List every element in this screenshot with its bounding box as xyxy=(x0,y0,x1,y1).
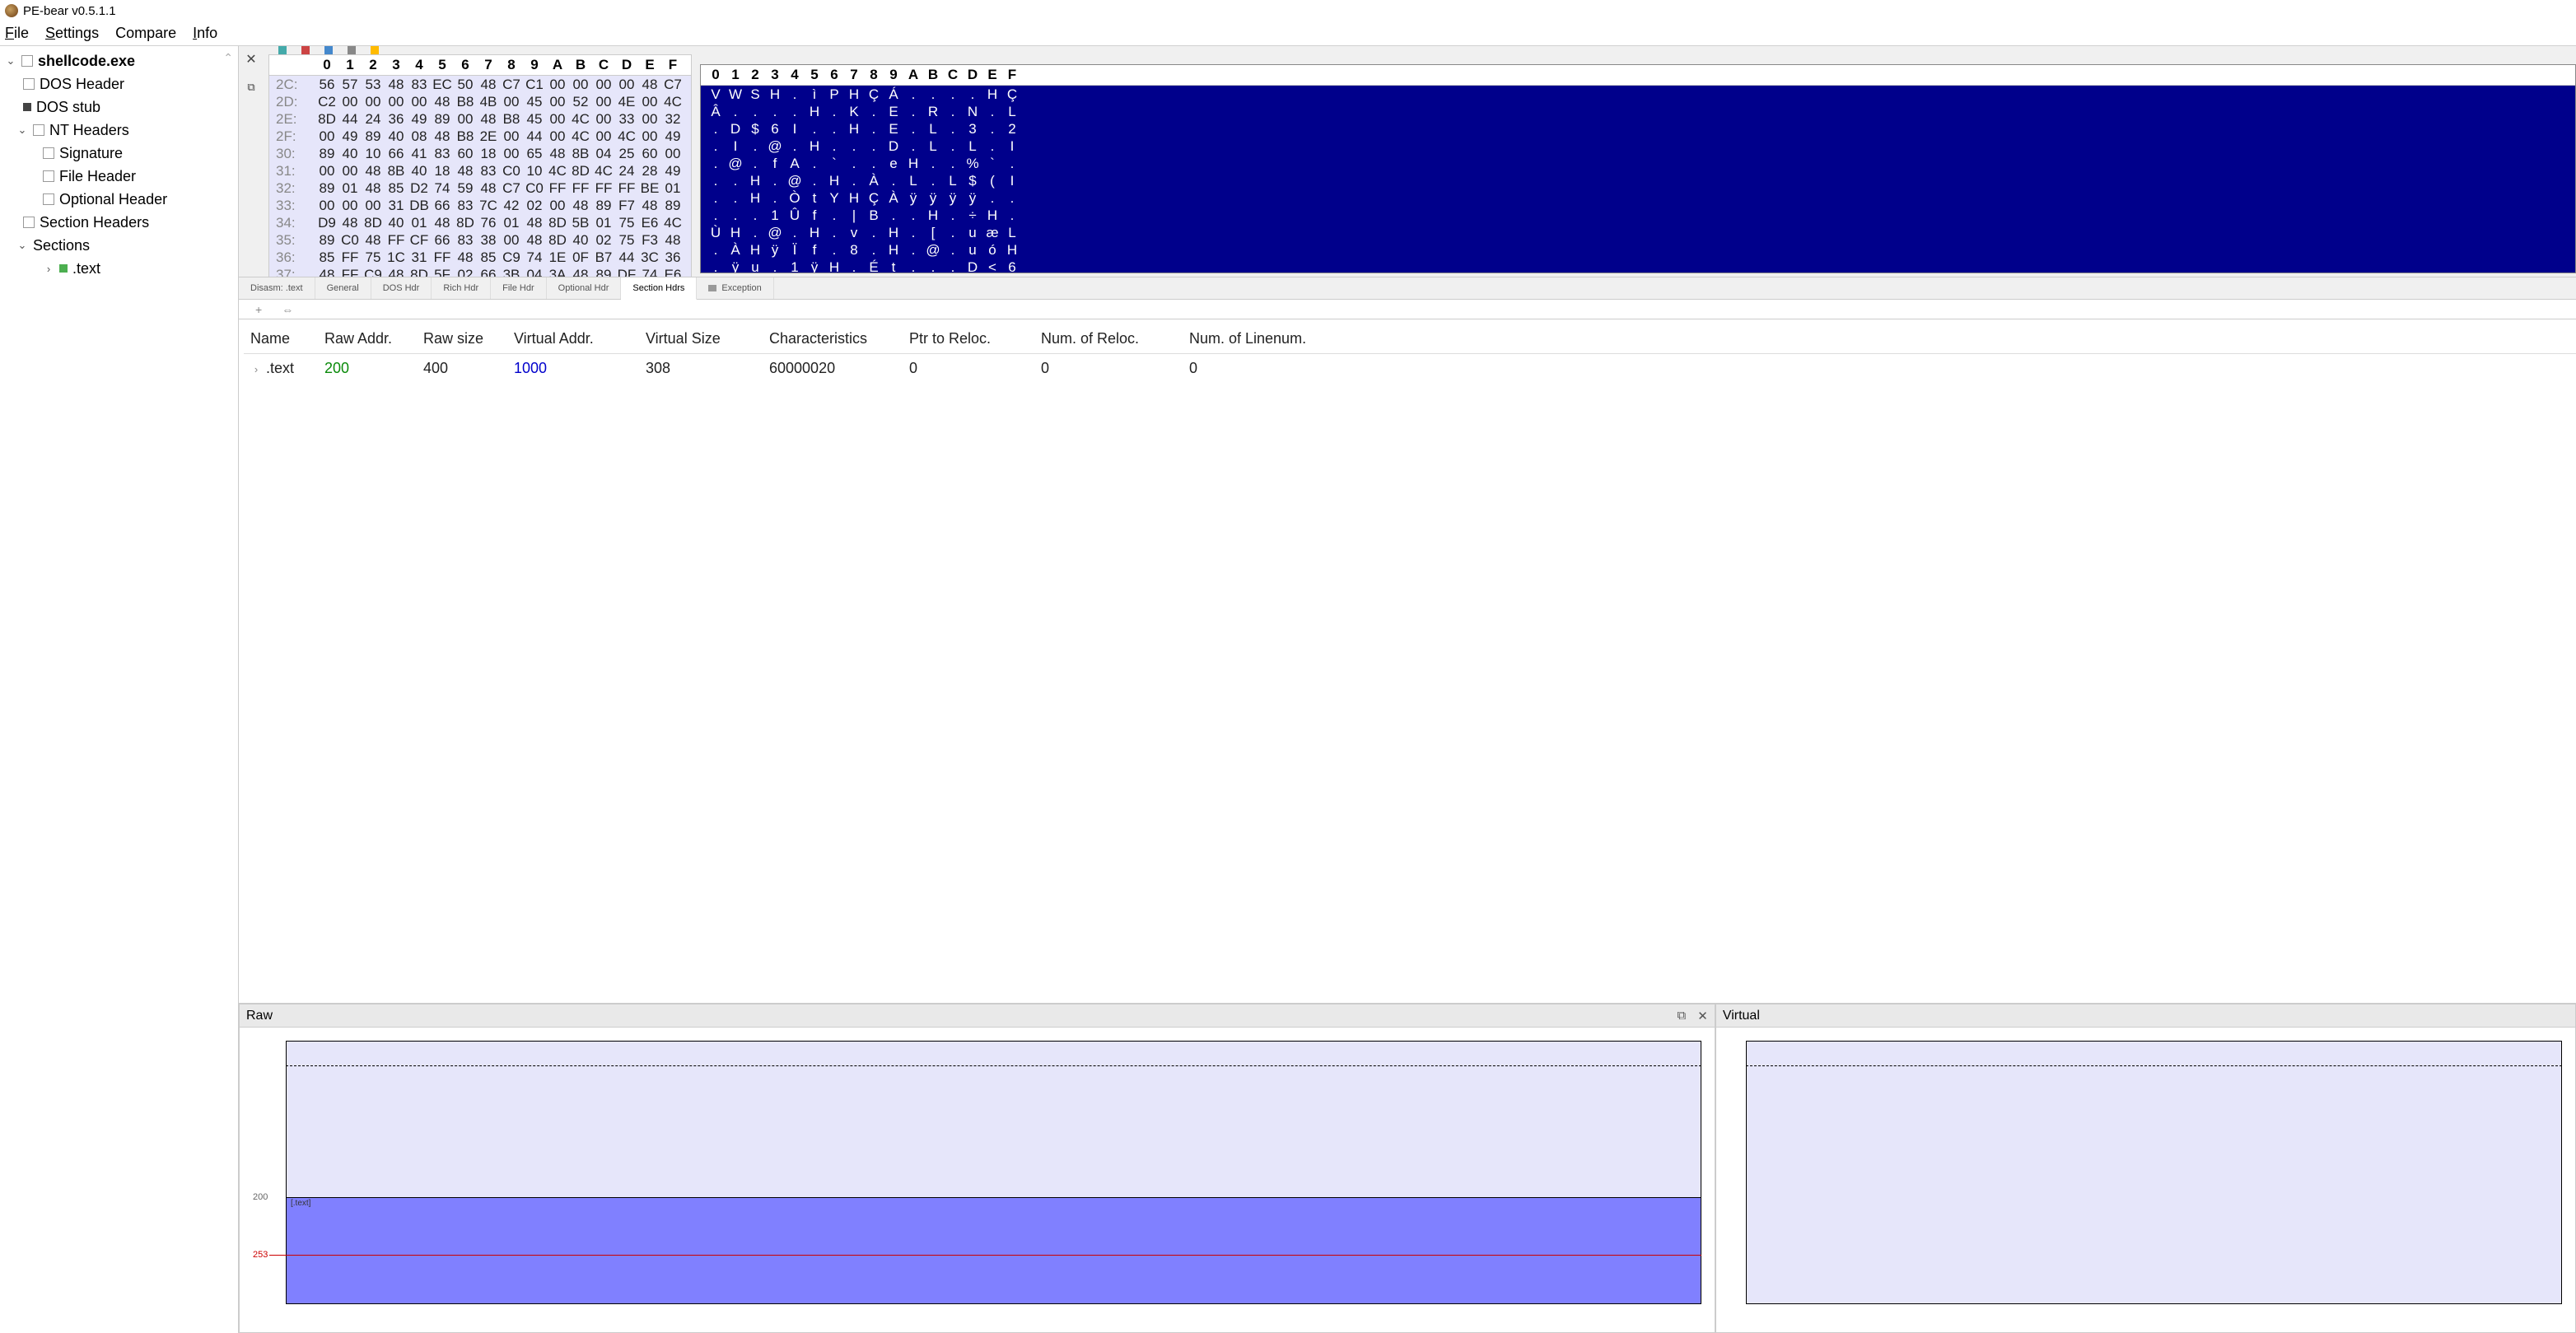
tree-root-label: shellcode.exe xyxy=(38,53,135,70)
tree-item-label: Optional Header xyxy=(59,191,167,208)
file-tree[interactable]: ⌃ ⌄ shellcode.exe DOS Header DOS stub ⌄ … xyxy=(0,46,239,1333)
stub-icon xyxy=(23,103,31,111)
header-icon xyxy=(23,78,35,90)
hex-pane: 0123456789ABCDEF2C:5657534883EC5048C7C10… xyxy=(268,46,692,273)
cell-raw-addr: 200 xyxy=(324,360,423,377)
header-icon xyxy=(43,170,54,182)
menu-info[interactable]: Info xyxy=(193,25,217,42)
header-icon xyxy=(43,147,54,159)
tree-dos-stub[interactable]: DOS stub xyxy=(0,96,238,119)
col-num-reloc[interactable]: Num. of Reloc. xyxy=(1041,330,1189,347)
tree-nt-headers[interactable]: ⌄ NT Headers xyxy=(0,119,238,142)
panel-title: Raw xyxy=(246,1009,273,1023)
scroll-up-icon[interactable]: ⌃ xyxy=(223,51,233,65)
close-tab-icon[interactable]: ✕ xyxy=(245,51,256,68)
tick-label: 253 xyxy=(253,1250,268,1260)
tree-signature[interactable]: Signature xyxy=(0,142,238,165)
file-icon xyxy=(21,55,33,67)
ascii-pane: 0123456789ABCDEFVWSH.ìPHÇÁ....HÇÂ....H.K… xyxy=(700,46,2576,273)
tree-item-label: DOS Header xyxy=(40,76,124,93)
raw-map-title: Raw ⧉ ✕ xyxy=(240,1004,1715,1028)
tree-dos-header[interactable]: DOS Header xyxy=(0,72,238,96)
header-icon xyxy=(43,193,54,205)
hex-side-toolbar: ✕ ⧉ xyxy=(239,46,264,273)
tree-file-header[interactable]: File Header xyxy=(0,165,238,188)
col-raw-size[interactable]: Raw size xyxy=(423,330,514,347)
panel-title: Virtual xyxy=(1723,1009,1760,1023)
folder-icon xyxy=(708,285,716,291)
ascii-table[interactable]: 0123456789ABCDEFVWSH.ìPHÇÁ....HÇÂ....H.K… xyxy=(700,64,2576,273)
section-icon xyxy=(59,264,68,273)
tree-item-label: .text xyxy=(72,260,100,277)
cell-ptr-reloc: 0 xyxy=(909,360,1041,377)
tree-item-label: DOS stub xyxy=(36,99,100,116)
hex-table[interactable]: 0123456789ABCDEF2C:5657534883EC5048C7C10… xyxy=(268,54,692,284)
window-titlebar: PE-bear v0.5.1.1 xyxy=(0,0,2576,21)
menu-bar: File Settings Compare Info xyxy=(0,21,2576,46)
cell-num-reloc: 0 xyxy=(1041,360,1189,377)
fit-columns-icon[interactable]: ⇔ xyxy=(282,303,293,316)
cell-name: › .text xyxy=(250,360,324,377)
tab-general[interactable]: General xyxy=(315,277,371,299)
section-label: [.text] xyxy=(291,1199,310,1208)
tree-optional-header[interactable]: Optional Header xyxy=(0,188,238,211)
cell-num-linenum: 0 xyxy=(1189,360,1354,377)
tick-label: 200 xyxy=(253,1192,268,1202)
app-icon xyxy=(5,4,18,17)
menu-file[interactable]: File xyxy=(5,25,29,42)
tab-exception[interactable]: Exception xyxy=(697,277,773,299)
col-ptr-reloc[interactable]: Ptr to Reloc. xyxy=(909,330,1041,347)
window-title: PE-bear v0.5.1.1 xyxy=(23,4,116,18)
tree-item-label: Section Headers xyxy=(40,214,149,231)
tab-section-hdrs[interactable]: Section Hdrs xyxy=(621,277,697,300)
tree-item-label: Sections xyxy=(33,237,90,254)
close-icon[interactable]: ✕ xyxy=(1697,1009,1708,1023)
folder-icon xyxy=(33,124,44,136)
table-toolbar: + ⇔ xyxy=(239,300,2576,319)
virtual-map-title: Virtual xyxy=(1716,1004,2575,1028)
col-num-linenum[interactable]: Num. of Linenum. xyxy=(1189,330,1354,347)
cell-virt-addr: 1000 xyxy=(514,360,646,377)
tree-item-label: File Header xyxy=(59,168,136,185)
tree-root[interactable]: ⌄ shellcode.exe xyxy=(0,49,238,72)
cell-characteristics: 60000020 xyxy=(769,360,909,377)
col-virt-size[interactable]: Virtual Size xyxy=(646,330,769,347)
header-icon xyxy=(23,217,35,228)
popout-icon[interactable]: ⧉ xyxy=(247,81,254,94)
cell-virt-size: 308 xyxy=(646,360,769,377)
col-virt-addr[interactable]: Virtual Addr. xyxy=(514,330,646,347)
tab-dos-hdr[interactable]: DOS Hdr xyxy=(371,277,432,299)
table-header-row: Name Raw Addr. Raw size Virtual Addr. Vi… xyxy=(244,324,2576,354)
tree-item-label: NT Headers xyxy=(49,122,129,139)
menu-settings[interactable]: Settings xyxy=(45,25,99,42)
menu-compare[interactable]: Compare xyxy=(115,25,176,42)
tab-file-hdr[interactable]: File Hdr xyxy=(491,277,547,299)
tab-label: Exception xyxy=(721,283,761,293)
tab-disasm[interactable]: Disasm: .text xyxy=(239,277,315,299)
section-table[interactable]: Name Raw Addr. Raw size Virtual Addr. Vi… xyxy=(239,319,2576,1004)
virtual-map[interactable] xyxy=(1716,1028,2575,1332)
cell-raw-size: 400 xyxy=(423,360,514,377)
table-row[interactable]: › .text 200 400 1000 308 60000020 0 0 0 xyxy=(244,354,2576,382)
tree-section-headers[interactable]: Section Headers xyxy=(0,211,238,234)
detail-tabs: Disasm: .text General DOS Hdr Rich Hdr F… xyxy=(239,277,2576,300)
col-characteristics[interactable]: Characteristics xyxy=(769,330,909,347)
col-name[interactable]: Name xyxy=(250,330,324,347)
tab-rich-hdr[interactable]: Rich Hdr xyxy=(432,277,491,299)
memory-maps: Raw ⧉ ✕ [.text] xyxy=(239,1004,2576,1333)
tree-item-label: Signature xyxy=(59,145,123,162)
add-section-icon[interactable]: + xyxy=(255,303,262,316)
tree-text-section[interactable]: › .text xyxy=(0,257,238,280)
tree-sections[interactable]: ⌄ Sections xyxy=(0,234,238,257)
col-raw-addr[interactable]: Raw Addr. xyxy=(324,330,423,347)
popout-icon[interactable]: ⧉ xyxy=(1678,1009,1687,1023)
raw-map[interactable]: [.text] 200 253 xyxy=(240,1028,1715,1332)
tab-optional-hdr[interactable]: Optional Hdr xyxy=(547,277,622,299)
hex-toolbar[interactable] xyxy=(268,46,692,54)
